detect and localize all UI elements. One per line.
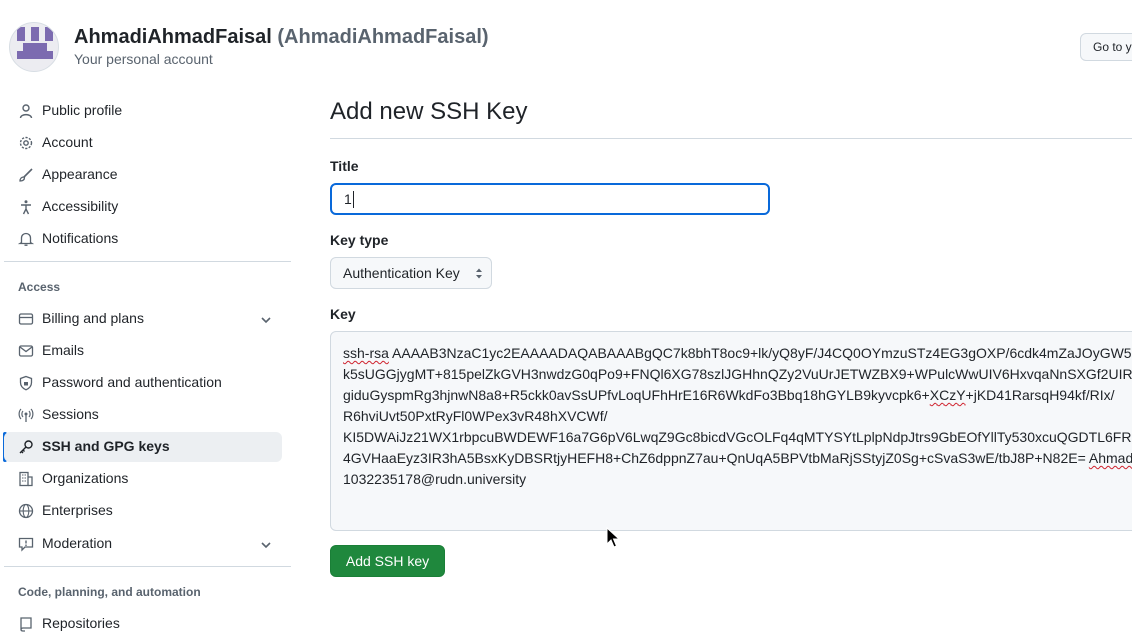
key-text-line: R6hviUvt50PxtRyFl0WPex3vR48hXVCWf/	[343, 406, 1132, 427]
settings-sidebar: Public profile Account Appearance Accessibi…	[0, 94, 292, 640]
key-text-segment: +jKD41RarsqH94kf/RIx/	[965, 387, 1115, 403]
sidebar-item-enterprises[interactable]: Enterprises	[4, 496, 282, 526]
sidebar-item-label: Repositories	[42, 615, 120, 631]
repo-icon	[20, 617, 32, 632]
title-label: Title	[330, 158, 359, 174]
sidebar-item-accessibility[interactable]: Accessibility	[4, 192, 282, 222]
key-label: Key	[330, 306, 356, 322]
settings-header: AhmadiAhmadFaisal (AhmadiAhmadFaisal) Yo…	[0, 0, 1132, 90]
main-content: Add new SSH Key Title 1 Key type Authent…	[330, 94, 1132, 640]
organization-icon	[19, 471, 33, 487]
key-text-segment: giduGyspmRg3hjnwN8a8+R5ckk0avSsUPfvLoqUF…	[343, 387, 930, 403]
misspelled-word: XCzY	[929, 387, 966, 403]
key-text-segment: k5sUGGjygMT+815pelZkGVH3nwdzG0qPo9+FNQl6…	[343, 366, 1132, 382]
key-textarea[interactable]: ssh-rsa AAAAB3NzaC1yc2EAAAADAQABAAABgQC7…	[330, 331, 1132, 531]
accessibility-icon	[21, 200, 31, 215]
key-text-segment: 4GVHaaEyz3IR3hA5BsxKyDBSRtjyHEFH8+ChZ6dp…	[343, 450, 1089, 466]
text-caret	[352, 190, 354, 208]
sidebar-divider	[4, 261, 291, 262]
key-text-line: 4GVHaaEyz3IR3hA5BsxKyDBSRtjyHEFH8+ChZ6dp…	[343, 448, 1132, 469]
key-text-line: ssh-rsa AAAAB3NzaC1yc2EAAAADAQABAAABgQC7…	[343, 343, 1132, 364]
access-heading: Access	[18, 280, 61, 294]
sidebar-item-label: Password and authentication	[42, 374, 222, 390]
sidebar-item-ssh-and-gpg-keys[interactable]: SSH and GPG keys	[4, 432, 282, 462]
sidebar-item-billing-and-plans[interactable]: Billing and plans	[4, 304, 282, 334]
sidebar-item-label: Organizations	[42, 470, 129, 486]
sidebar-item-appearance[interactable]: Appearance	[4, 160, 282, 190]
mail-icon	[18, 345, 34, 357]
chevron-down-icon[interactable]	[258, 312, 274, 328]
sidebar-item-emails[interactable]: Emails	[4, 336, 282, 366]
chevron-down-icon[interactable]	[258, 537, 274, 553]
add-ssh-key-button[interactable]: Add SSH key	[330, 545, 445, 577]
shield-lock-icon	[19, 375, 33, 391]
sidebar-item-repositories[interactable]: Repositories	[4, 609, 282, 639]
sidebar-item-label: Accessibility	[42, 198, 119, 214]
sidebar-divider	[4, 566, 291, 567]
misspelled-word: AhmadiAhmadFaisal	[1088, 450, 1132, 466]
gear-icon	[19, 136, 33, 150]
key-text-line: 1032235178@rudn.university	[343, 469, 1132, 490]
sidebar-item-label: Account	[42, 134, 93, 150]
sidebar-item-account[interactable]: Account	[4, 128, 282, 158]
key-type-label: Key type	[330, 232, 389, 248]
key-text-segment: KI5DWAiJz21WX1rbpcuBWDEWF16a7G6pV6LwqZ9G…	[343, 429, 1132, 445]
identicon-icon	[17, 27, 53, 59]
sidebar-item-label: SSH and GPG keys	[42, 438, 170, 454]
select-arrows-icon	[476, 268, 482, 279]
sidebar-item-notifications[interactable]: Notifications	[4, 224, 282, 254]
key-text-line: k5sUGGjygMT+815pelZkGVH3nwdzG0qPo9+FNQl6…	[343, 364, 1132, 385]
key-icon	[19, 440, 33, 454]
sidebar-item-label: Billing and plans	[42, 310, 144, 326]
account-subtitle: Your personal account	[74, 51, 213, 67]
mouse-pointer-icon	[606, 527, 620, 548]
title-input-value: 1	[344, 191, 352, 207]
title-input[interactable]: 1	[330, 183, 770, 215]
code-heading: Code, planning, and automation	[18, 585, 201, 599]
sidebar-item-label: Notifications	[42, 230, 119, 246]
sidebar-item-label: Public profile	[42, 102, 123, 118]
sidebar-item-sessions[interactable]: Sessions	[4, 400, 282, 430]
person-icon	[19, 104, 33, 119]
sidebar-item-label: Moderation	[42, 535, 113, 551]
sidebar-item-label: Appearance	[42, 166, 118, 182]
sidebar-item-public-profile[interactable]: Public profile	[4, 96, 282, 126]
sidebar-item-moderation[interactable]: Moderation	[4, 529, 282, 559]
key-type-select[interactable]: Authentication Key	[330, 257, 492, 289]
sidebar-item-label: Enterprises	[42, 502, 113, 518]
sidebar-item-label: Emails	[42, 342, 85, 358]
report-icon	[18, 537, 34, 552]
key-text-line: giduGyspmRg3hjnwN8a8+R5ckk0avSsUPfvLoqUF…	[343, 385, 1132, 406]
key-text-segment: AAAAB3NzaC1yc2EAAAADAQABAAABgQC7k8bhT8oc…	[388, 345, 1132, 361]
avatar[interactable]	[9, 22, 59, 72]
title-divider	[330, 138, 1132, 139]
page-title: Add new SSH Key	[330, 98, 528, 125]
key-text-segment: 1032235178@rudn.university	[343, 471, 527, 487]
globe-icon	[18, 503, 34, 519]
key-text-line: KI5DWAiJz21WX1rbpcuBWDEWF16a7G6pV6LwqZ9G…	[343, 427, 1132, 448]
misspelled-word: ssh-rsa	[343, 345, 389, 361]
go-to-profile-button[interactable]: Go to your personal profile	[1080, 33, 1132, 61]
credit-card-icon	[18, 313, 34, 325]
key-type-value: Authentication Key	[343, 265, 460, 281]
sidebar-item-label: Sessions	[42, 406, 99, 422]
sidebar-item-organizations[interactable]: Organizations	[4, 464, 282, 494]
broadcast-icon	[18, 408, 34, 422]
login-name: (AhmadiAhmadFaisal)	[277, 26, 489, 48]
sidebar-item-password-and-authentication[interactable]: Password and authentication	[4, 368, 282, 398]
display-name[interactable]: AhmadiAhmadFaisal	[74, 26, 272, 48]
bell-icon	[18, 232, 34, 246]
account-name: AhmadiAhmadFaisal (AhmadiAhmadFaisal)	[74, 26, 489, 49]
key-text-segment: R6hviUvt50PxtRyFl0WPex3vR48hXVCWf/	[343, 408, 608, 424]
paintbrush-icon	[19, 168, 33, 182]
